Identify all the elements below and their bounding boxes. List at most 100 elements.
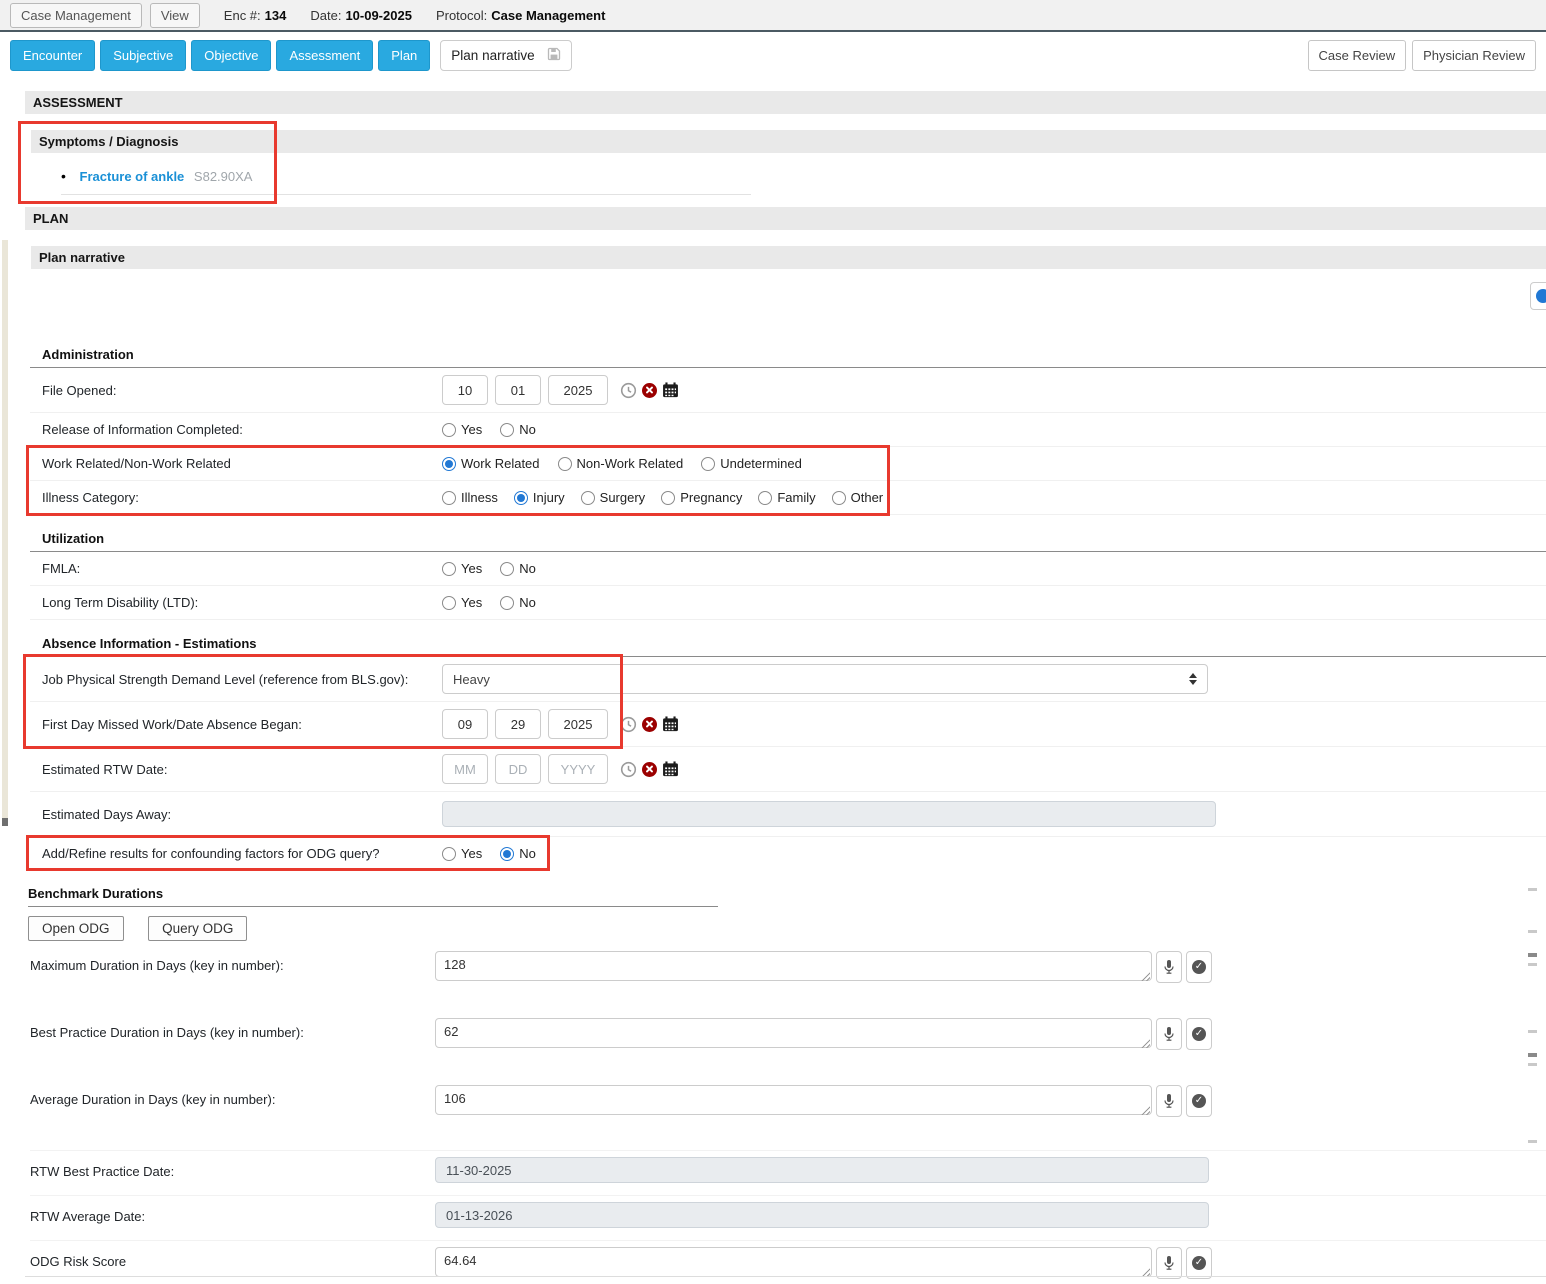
check-circle-icon: ✓ bbox=[1192, 960, 1206, 974]
radio-icon[interactable] bbox=[500, 423, 514, 437]
radio-icon[interactable] bbox=[500, 596, 514, 610]
field-label: ODG Risk Score bbox=[30, 1247, 435, 1269]
radio-surgery[interactable]: Surgery bbox=[581, 490, 646, 505]
rtw-average-row: RTW Average Date: 01-13-2026 bbox=[30, 1195, 1546, 1228]
protocol: Protocol:Case Management bbox=[436, 8, 605, 23]
tab-assessment[interactable]: Assessment bbox=[276, 40, 373, 71]
tab-objective[interactable]: Objective bbox=[191, 40, 271, 71]
divider bbox=[25, 1276, 1546, 1277]
radio-non-work-related[interactable]: Non-Work Related bbox=[558, 456, 684, 471]
clock-icon[interactable] bbox=[620, 716, 637, 733]
tab-subjective[interactable]: Subjective bbox=[100, 40, 186, 71]
calendar-icon[interactable] bbox=[662, 382, 679, 398]
radio-ltd-yes[interactable]: Yes bbox=[442, 595, 482, 610]
case-review-button[interactable]: Case Review bbox=[1308, 40, 1407, 71]
edge-mark bbox=[1528, 1053, 1537, 1057]
clipped-side-button[interactable] bbox=[1530, 282, 1546, 310]
odg-risk-score-input[interactable]: 64.64 bbox=[435, 1247, 1152, 1277]
clear-date-icon[interactable] bbox=[642, 717, 657, 732]
radio-icon[interactable] bbox=[500, 562, 514, 576]
query-odg-button[interactable]: Query ODG bbox=[148, 916, 247, 941]
average-duration-row: Average Duration in Days (key in number)… bbox=[30, 1085, 1546, 1118]
file-opened-day-input[interactable] bbox=[495, 375, 541, 405]
first-day-missed-row: First Day Missed Work/Date Absence Began… bbox=[30, 702, 1546, 747]
radio-icon[interactable] bbox=[500, 847, 514, 861]
best-practice-duration-input[interactable]: 62 bbox=[435, 1018, 1152, 1048]
rtw-best-practice-row: RTW Best Practice Date: 11-30-2025 bbox=[30, 1150, 1546, 1183]
radio-icon[interactable] bbox=[442, 562, 456, 576]
microphone-button[interactable] bbox=[1156, 1247, 1182, 1279]
microphone-button[interactable] bbox=[1156, 1085, 1182, 1117]
confirm-button[interactable]: ✓ bbox=[1186, 1247, 1212, 1279]
microphone-button[interactable] bbox=[1156, 951, 1182, 983]
radio-icon[interactable] bbox=[442, 457, 456, 471]
left-scroll-thumb[interactable] bbox=[2, 818, 8, 826]
clock-icon[interactable] bbox=[620, 761, 637, 778]
case-management-button[interactable]: Case Management bbox=[10, 3, 142, 28]
calendar-icon[interactable] bbox=[662, 761, 679, 777]
radio-fmla-no[interactable]: No bbox=[500, 561, 536, 576]
file-opened-month-input[interactable] bbox=[442, 375, 488, 405]
radio-icon[interactable] bbox=[442, 596, 456, 610]
radio-odg-no[interactable]: No bbox=[500, 846, 536, 861]
job-demand-select[interactable]: Heavy bbox=[442, 664, 1208, 694]
rtw-year-input[interactable] bbox=[548, 754, 608, 784]
radio-release-no[interactable]: No bbox=[500, 422, 536, 437]
radio-ltd-no[interactable]: No bbox=[500, 595, 536, 610]
file-opened-year-input[interactable] bbox=[548, 375, 608, 405]
rtw-best-practice-field: 11-30-2025 bbox=[435, 1157, 1209, 1183]
microphone-button[interactable] bbox=[1156, 1018, 1182, 1050]
diagnosis-link[interactable]: Fracture of ankle bbox=[80, 169, 185, 184]
confirm-button[interactable]: ✓ bbox=[1186, 951, 1212, 983]
radio-icon[interactable] bbox=[581, 491, 595, 505]
radio-release-yes[interactable]: Yes bbox=[442, 422, 482, 437]
radio-icon[interactable] bbox=[442, 423, 456, 437]
radio-work-related[interactable]: Work Related bbox=[442, 456, 540, 471]
average-duration-input[interactable]: 106 bbox=[435, 1085, 1152, 1115]
radio-icon[interactable] bbox=[514, 491, 528, 505]
tab-plan[interactable]: Plan bbox=[378, 40, 430, 71]
rtw-month-input[interactable] bbox=[442, 754, 488, 784]
radio-illness[interactable]: Illness bbox=[442, 490, 498, 505]
radio-other[interactable]: Other bbox=[832, 490, 884, 505]
radio-icon[interactable] bbox=[558, 457, 572, 471]
left-scroll-stripe[interactable] bbox=[2, 240, 8, 818]
tab-bar: Encounter Subjective Objective Assessmen… bbox=[0, 32, 1546, 79]
plan-narrative-selector[interactable]: Plan narrative bbox=[440, 40, 571, 71]
symptoms-diagnosis-header: Symptoms / Diagnosis bbox=[31, 130, 1546, 153]
confirm-button[interactable]: ✓ bbox=[1186, 1018, 1212, 1050]
bullet-icon: • bbox=[61, 168, 66, 184]
rtw-day-input[interactable] bbox=[495, 754, 541, 784]
radio-odg-yes[interactable]: Yes bbox=[442, 846, 482, 861]
radio-undetermined[interactable]: Undetermined bbox=[701, 456, 802, 471]
first-day-day-input[interactable] bbox=[495, 709, 541, 739]
clear-date-icon[interactable] bbox=[642, 383, 657, 398]
file-opened-row: File Opened: bbox=[30, 368, 1546, 413]
tab-encounter[interactable]: Encounter bbox=[10, 40, 95, 71]
max-duration-input[interactable]: 128 bbox=[435, 951, 1152, 981]
clear-date-icon[interactable] bbox=[642, 762, 657, 777]
radio-icon[interactable] bbox=[701, 457, 715, 471]
first-day-month-input[interactable] bbox=[442, 709, 488, 739]
plan-narrative-label: Plan narrative bbox=[451, 48, 534, 63]
open-odg-button[interactable]: Open ODG bbox=[28, 916, 124, 941]
confirm-button[interactable]: ✓ bbox=[1186, 1085, 1212, 1117]
field-label: FMLA: bbox=[42, 561, 442, 576]
physician-review-button[interactable]: Physician Review bbox=[1412, 40, 1536, 71]
calendar-icon[interactable] bbox=[662, 716, 679, 732]
radio-icon[interactable] bbox=[442, 491, 456, 505]
radio-family[interactable]: Family bbox=[758, 490, 815, 505]
radio-fmla-yes[interactable]: Yes bbox=[442, 561, 482, 576]
job-demand-row: Job Physical Strength Demand Level (refe… bbox=[30, 657, 1546, 702]
encounter-date: Date:10-09-2025 bbox=[310, 8, 412, 23]
radio-icon[interactable] bbox=[832, 491, 846, 505]
radio-pregnancy[interactable]: Pregnancy bbox=[661, 490, 742, 505]
save-icon[interactable] bbox=[547, 47, 561, 64]
radio-icon[interactable] bbox=[661, 491, 675, 505]
radio-injury[interactable]: Injury bbox=[514, 490, 565, 505]
radio-icon[interactable] bbox=[758, 491, 772, 505]
first-day-year-input[interactable] bbox=[548, 709, 608, 739]
radio-icon[interactable] bbox=[442, 847, 456, 861]
clock-icon[interactable] bbox=[620, 382, 637, 399]
view-button[interactable]: View bbox=[150, 3, 200, 28]
